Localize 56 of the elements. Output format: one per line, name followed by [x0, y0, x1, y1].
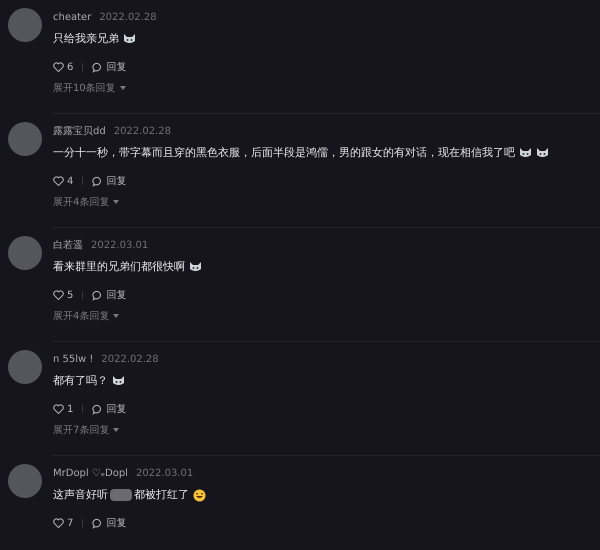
comment-text: 都有了吗？	[53, 373, 108, 389]
avatar[interactable]	[8, 236, 42, 270]
like-button[interactable]: 4	[53, 174, 74, 188]
cat-emoji-icon	[536, 147, 549, 160]
username[interactable]: n 55lw !	[53, 352, 94, 367]
comment-date: 2022.02.28	[101, 353, 159, 367]
expand-replies-button[interactable]: 展开4条回复	[53, 308, 120, 324]
speech-bubble-icon	[92, 290, 104, 300]
comment-date: 2022.02.28	[114, 125, 171, 139]
speech-bubble-icon	[92, 62, 104, 72]
caret-icon	[113, 428, 120, 432]
speech-bubble-icon	[92, 404, 104, 414]
comment-text: 这声音好听	[53, 487, 108, 503]
caret-icon	[113, 314, 120, 318]
heart-icon	[53, 404, 64, 414]
heart-icon	[53, 518, 64, 528]
like-button[interactable]: 6	[53, 60, 74, 74]
caret-icon	[113, 200, 120, 204]
comment-date: 2022.03.01	[91, 239, 148, 253]
comment-date: 2022.03.01	[136, 467, 194, 481]
like-button[interactable]: 5	[53, 288, 74, 302]
cat-emoji-icon	[112, 375, 125, 388]
cat-emoji-icon	[519, 147, 532, 160]
cat-emoji-icon	[189, 261, 202, 274]
comment-date: 2022.02.28	[99, 11, 157, 25]
reply-button[interactable]: 回复	[92, 174, 126, 188]
heart-icon	[53, 62, 64, 72]
caret-icon	[120, 86, 126, 90]
avatar[interactable]	[8, 8, 42, 42]
avatar[interactable]	[8, 122, 42, 156]
comment-text: 都被打红了	[134, 487, 189, 503]
username[interactable]: 露露宝贝dd	[53, 124, 106, 139]
laughing-emoji-icon	[193, 488, 206, 502]
expand-replies-button[interactable]: 展开4条回复	[53, 194, 120, 210]
username[interactable]: cheater	[53, 10, 92, 25]
avatar[interactable]	[8, 350, 42, 384]
expand-replies-button[interactable]: 展开10条回复	[53, 80, 126, 96]
avatar[interactable]	[8, 464, 42, 498]
redacted-block	[110, 489, 132, 502]
username[interactable]: MrDopl ♡ₑDopl	[53, 466, 128, 481]
like-button[interactable]: 1	[53, 402, 74, 416]
username[interactable]: 白若遥	[53, 238, 83, 253]
reply-button[interactable]: 回复	[92, 288, 126, 302]
heart-icon	[53, 290, 64, 300]
speech-bubble-icon	[92, 518, 104, 528]
comment-text: 看来群里的兄弟们都很快啊	[53, 259, 185, 275]
speech-bubble-icon	[92, 176, 104, 186]
like-button[interactable]: 7	[53, 516, 74, 530]
comment-text: 只给我亲兄弟	[53, 31, 119, 47]
cat-emoji-icon	[123, 33, 136, 46]
comment-text: 一分十一秒，带字幕而且穿的黑色衣服，后面半段是鸿儒，男的跟女的有对话，现在相信我了吧	[53, 145, 515, 161]
heart-icon	[53, 176, 64, 186]
expand-replies-button[interactable]: 展开7条回复	[53, 422, 120, 438]
reply-button[interactable]: 回复	[92, 60, 126, 74]
reply-button[interactable]: 回复	[92, 516, 126, 530]
reply-button[interactable]: 回复	[92, 402, 126, 416]
